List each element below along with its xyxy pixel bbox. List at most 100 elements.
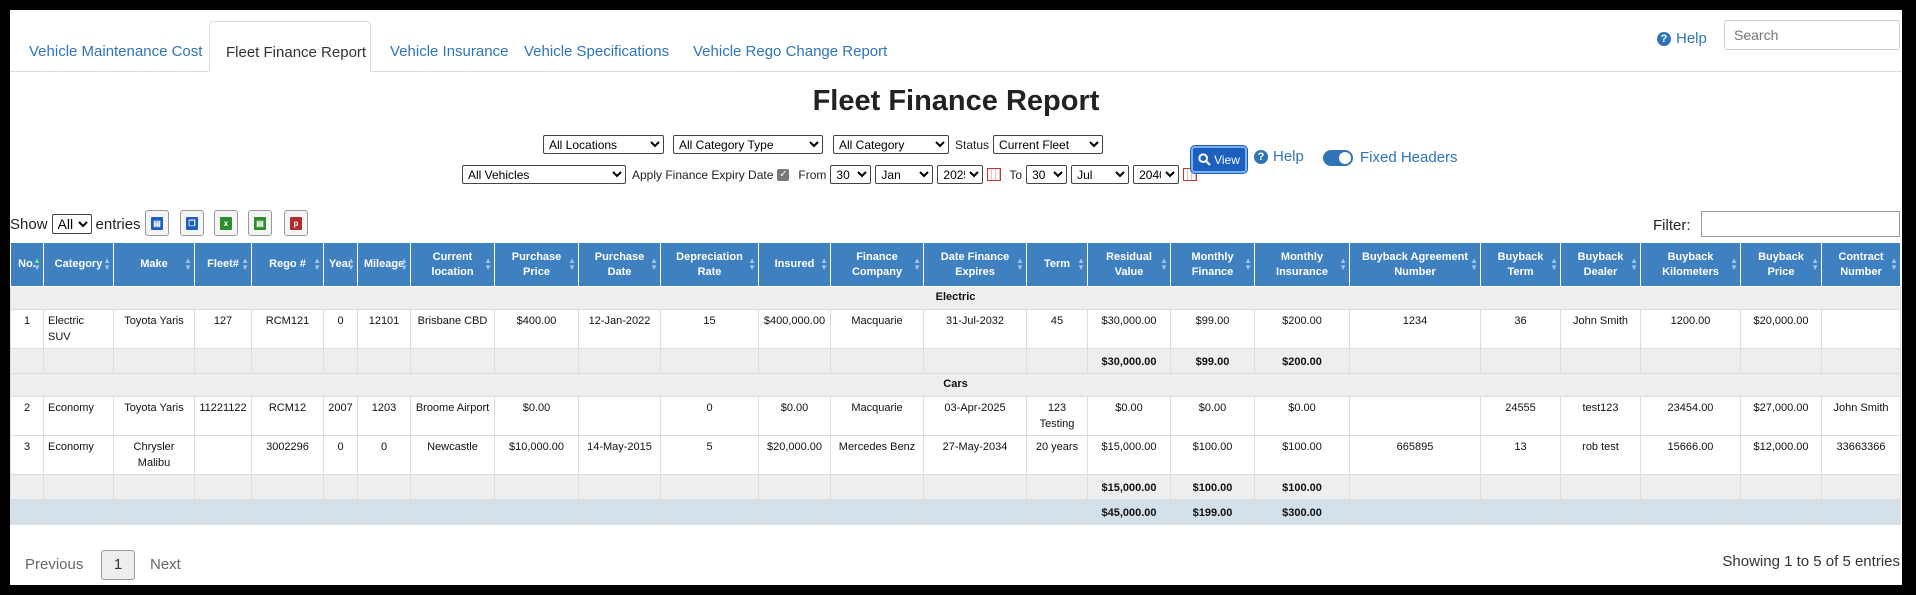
table-cell: 0 xyxy=(357,435,411,475)
total-cell xyxy=(758,348,831,374)
table-cell: 127 xyxy=(194,309,252,349)
total-cell xyxy=(494,474,579,500)
table-cell: 12101 xyxy=(357,309,411,349)
table-cell: $0.00 xyxy=(494,396,579,436)
from-day-select[interactable]: 30 xyxy=(830,165,872,184)
filter-help-label: Help xyxy=(1273,148,1304,165)
column-header[interactable]: Buyback Price ▲ ▼ xyxy=(1740,242,1822,287)
total-cell xyxy=(357,348,411,374)
column-header[interactable]: Make ▲ ▼ xyxy=(113,242,195,287)
column-header[interactable]: No. ▲ ▼ xyxy=(10,242,44,287)
fixed-headers-toggle[interactable]: Fixed Headers xyxy=(1323,149,1458,166)
table-row[interactable]: 2 Economy Toyota Yaris 11221122 RCM12 2007 120… xyxy=(10,396,1901,436)
filter-input[interactable] xyxy=(1701,211,1900,237)
tab-fleet-finance-report[interactable]: Fleet Finance Report xyxy=(209,21,371,72)
sort-arrows-icon: ▲ ▼ xyxy=(1730,256,1738,272)
sort-arrows-icon: ▲ ▼ xyxy=(33,256,41,272)
total-cell xyxy=(578,499,661,525)
table-cell: John Smith xyxy=(1821,396,1901,436)
from-year-select[interactable]: 2025 xyxy=(937,165,984,184)
table-cell: rob test xyxy=(1560,435,1641,475)
tab-bar: Vehicle Maintenance Cost Fleet Finance R… xyxy=(10,21,1902,72)
tab-vehicle-rego-change-report[interactable]: Vehicle Rego Change Report xyxy=(676,21,904,71)
column-header-label: Monthly Insurance xyxy=(1276,250,1328,278)
page-1-button[interactable]: 1 xyxy=(101,550,135,580)
column-header[interactable]: Monthly Finance ▲ ▼ xyxy=(1170,242,1255,287)
sort-arrows-icon: ▲ ▼ xyxy=(1630,256,1638,272)
table-cell: 2007 xyxy=(323,396,358,436)
column-header-label: Buyback Price xyxy=(1758,250,1804,278)
column-header[interactable]: Insured ▲ ▼ xyxy=(758,242,831,287)
category-select[interactable]: All Category xyxy=(833,135,949,154)
column-header[interactable]: Buyback Kilometers ▲ ▼ xyxy=(1640,242,1741,287)
from-calendar-icon[interactable] xyxy=(987,168,1002,181)
filter-help-link[interactable]: ? Help xyxy=(1254,148,1304,165)
column-header-label: Finance Company xyxy=(851,250,903,278)
column-header[interactable]: Purchase Price ▲ ▼ xyxy=(494,242,579,287)
column-header[interactable]: Category ▲ ▼ xyxy=(43,242,114,287)
vehicles-select[interactable]: All Vehicles xyxy=(462,165,626,184)
column-header[interactable]: Rego # ▲ ▼ xyxy=(251,242,324,287)
apply-expiry-checkbox[interactable]: ✓ xyxy=(777,168,790,181)
print-button[interactable]: ▤ xyxy=(145,210,169,236)
entries-select[interactable]: All xyxy=(51,214,92,234)
search-input[interactable] xyxy=(1724,20,1900,50)
table-cell: 1203 xyxy=(357,396,411,436)
sort-arrows-icon: ▲ ▼ xyxy=(1339,256,1347,272)
location-select[interactable]: All Locations xyxy=(543,135,664,154)
column-header[interactable]: Buyback Dealer ▲ ▼ xyxy=(1560,242,1641,287)
view-button[interactable]: View xyxy=(1191,146,1247,173)
previous-button[interactable]: Previous xyxy=(25,556,83,573)
copy-button[interactable]: ❐ xyxy=(180,210,204,236)
header-help-link[interactable]: ? Help xyxy=(1657,30,1707,47)
to-month-select[interactable]: Jul xyxy=(1071,165,1130,184)
table-cell: $99.00 xyxy=(1170,309,1255,349)
tab-vehicle-insurance[interactable]: Vehicle Insurance xyxy=(373,21,525,71)
pdf-button[interactable]: p xyxy=(284,210,308,236)
total-cell xyxy=(1821,499,1901,525)
column-header[interactable]: Mileage ▲ ▼ xyxy=(357,242,411,287)
column-header[interactable]: Current location ▲ ▼ xyxy=(410,242,495,287)
table-cell: Mercedes Benz xyxy=(830,435,924,475)
sort-arrows-icon: ▲ ▼ xyxy=(1244,256,1252,272)
tab-vehicle-specifications[interactable]: Vehicle Specifications xyxy=(507,21,686,71)
column-header[interactable]: Monthly Insurance ▲ ▼ xyxy=(1254,242,1350,287)
next-button[interactable]: Next xyxy=(150,556,181,573)
show-entries: Show All entries xyxy=(10,214,141,234)
toggle-switch-icon[interactable] xyxy=(1323,149,1353,166)
to-day-select[interactable]: 30 xyxy=(1026,165,1068,184)
column-header[interactable]: Term ▲ ▼ xyxy=(1026,242,1088,287)
column-header[interactable]: Residual Value ▲ ▼ xyxy=(1087,242,1171,287)
table-cell: Macquarie xyxy=(830,396,924,436)
table-cell: Toyota Yaris xyxy=(113,396,195,436)
total-cell xyxy=(43,348,114,374)
column-header[interactable]: Fleet# ▲ ▼ xyxy=(194,242,252,287)
column-header[interactable]: Depreciation Rate ▲ ▼ xyxy=(660,242,759,287)
table-cell: $100.00 xyxy=(1170,435,1255,475)
table-row[interactable]: 3 Economy Chrysler Malibu 3002296 0 0 Newcastl… xyxy=(10,435,1901,475)
tab-vehicle-maintenance-cost[interactable]: Vehicle Maintenance Cost xyxy=(12,21,219,71)
column-header[interactable]: Contract Number ▲ ▼ xyxy=(1821,242,1901,287)
to-year-select[interactable]: 2040 xyxy=(1133,165,1180,184)
table-row[interactable]: 1 Electric SUV Toyota Yaris 127 RCM121 0 12101… xyxy=(10,309,1901,349)
total-cell xyxy=(410,499,495,525)
column-header[interactable]: Purchase Date ▲ ▼ xyxy=(578,242,661,287)
pdf-icon: p xyxy=(290,216,302,230)
csv-button[interactable]: ▤ xyxy=(248,210,272,236)
excel-button[interactable]: x xyxy=(214,210,238,236)
status-select[interactable]: Current Fleet xyxy=(993,135,1104,154)
column-header[interactable]: Buyback Term ▲ ▼ xyxy=(1480,242,1561,287)
column-header[interactable]: Date Finance Expires ▲ ▼ xyxy=(923,242,1027,287)
total-cell xyxy=(410,474,495,500)
table-cell: Macquarie xyxy=(830,309,924,349)
from-month-select[interactable]: Jan xyxy=(875,165,934,184)
column-header[interactable]: Buyback Agreement Number ▲ ▼ xyxy=(1349,242,1481,287)
table-cell: Economy xyxy=(43,435,114,475)
column-header[interactable]: Finance Company ▲ ▼ xyxy=(830,242,924,287)
category-type-select[interactable]: All Category Type xyxy=(673,135,823,154)
column-header-label: Contract Number xyxy=(1838,250,1884,278)
total-cell xyxy=(194,348,252,374)
table-cell: 27-May-2034 xyxy=(923,435,1027,475)
sort-arrows-icon: ▲ ▼ xyxy=(400,256,408,272)
column-header[interactable]: Year ▲ ▼ xyxy=(323,242,358,287)
